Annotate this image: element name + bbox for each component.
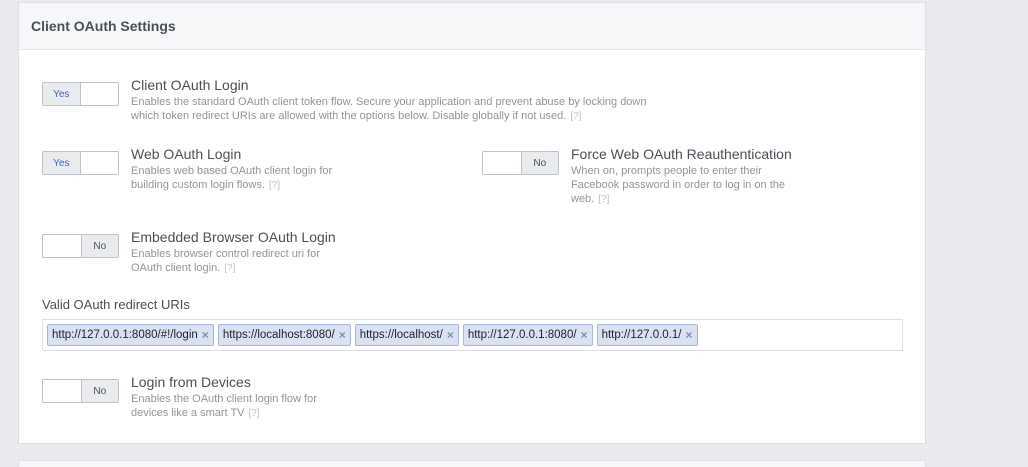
redirect-uri-text: http://127.0.0.1:8080/#!/login xyxy=(52,329,198,341)
toggle-handle xyxy=(81,83,119,105)
redirect-uri-chip: http://127.0.0.1/× xyxy=(596,324,698,346)
force-web-oauth-reauth-title: Force Web OAuth Reauthentication xyxy=(571,146,792,162)
toggle-yes-label: Yes xyxy=(43,152,81,174)
help-link[interactable]: [?] xyxy=(269,180,280,191)
client-oauth-login-toggle[interactable]: Yes xyxy=(42,82,119,106)
redirect-uri-text: http://127.0.0.1/ xyxy=(601,329,682,341)
embedded-browser-oauth-desc: Enables browser control redirect uri for… xyxy=(131,248,320,274)
toggle-handle xyxy=(43,235,81,257)
redirect-uri-text: https://localhost:8080/ xyxy=(222,329,335,341)
redirect-uri-text: http://127.0.0.1:8080/ xyxy=(467,329,577,341)
remove-chip-icon[interactable]: × xyxy=(447,328,454,342)
help-link[interactable]: [?] xyxy=(598,194,609,205)
embedded-browser-oauth-toggle[interactable]: No xyxy=(42,234,119,258)
remove-chip-icon[interactable]: × xyxy=(685,328,692,342)
help-link[interactable]: [?] xyxy=(570,111,581,122)
web-oauth-login-title: Web OAuth Login xyxy=(131,146,242,162)
web-oauth-login-desc: Enables web based OAuth client login for… xyxy=(131,165,333,191)
toggle-no-label: No xyxy=(80,235,118,257)
toggle-no-label: No xyxy=(80,380,118,402)
next-panel-edge xyxy=(18,460,926,467)
embedded-browser-oauth-title: Embedded Browser OAuth Login xyxy=(131,229,336,245)
panel-header: Client OAuth Settings xyxy=(19,3,925,50)
client-oauth-login-desc: Enables the standard OAuth client token … xyxy=(131,96,647,122)
redirect-uris-label: Valid OAuth redirect URIs xyxy=(42,297,190,312)
redirect-uri-chip: https://localhost/ × xyxy=(354,324,459,346)
redirect-uri-chip: http://127.0.0.1:8080/#!/login × xyxy=(47,324,214,346)
redirect-uri-chip: https://localhost:8080/ × xyxy=(217,324,351,346)
login-from-devices-toggle[interactable]: No xyxy=(42,379,119,403)
login-from-devices-title: Login from Devices xyxy=(131,374,251,390)
force-web-oauth-reauth-desc: When on, prompts people to enter their F… xyxy=(571,165,786,205)
toggle-handle xyxy=(81,152,119,174)
force-web-oauth-reauth-toggle[interactable]: No xyxy=(482,151,559,175)
toggle-no-label: No xyxy=(520,152,558,174)
web-oauth-login-toggle[interactable]: Yes xyxy=(42,151,119,175)
panel-title: Client OAuth Settings xyxy=(31,18,176,34)
help-link[interactable]: [?] xyxy=(249,408,260,419)
redirect-uris-input[interactable]: http://127.0.0.1:8080/#!/login × https://l… xyxy=(42,319,903,351)
remove-chip-icon[interactable]: × xyxy=(581,328,588,342)
remove-chip-icon[interactable]: × xyxy=(339,328,346,342)
login-from-devices-desc: Enables the OAuth client login flow for … xyxy=(131,393,317,419)
client-oauth-login-title: Client OAuth Login xyxy=(131,77,249,93)
toggle-yes-label: Yes xyxy=(43,83,81,105)
help-link[interactable]: [?] xyxy=(224,263,235,274)
toggle-handle xyxy=(483,152,521,174)
client-oauth-settings-panel: Client OAuth Settings Yes Client OAuth L… xyxy=(18,2,926,444)
redirect-uri-text: https://localhost/ xyxy=(359,329,443,341)
remove-chip-icon[interactable]: × xyxy=(202,328,209,342)
redirect-uri-chip: http://127.0.0.1:8080/ × xyxy=(462,324,593,346)
toggle-handle xyxy=(43,380,81,402)
